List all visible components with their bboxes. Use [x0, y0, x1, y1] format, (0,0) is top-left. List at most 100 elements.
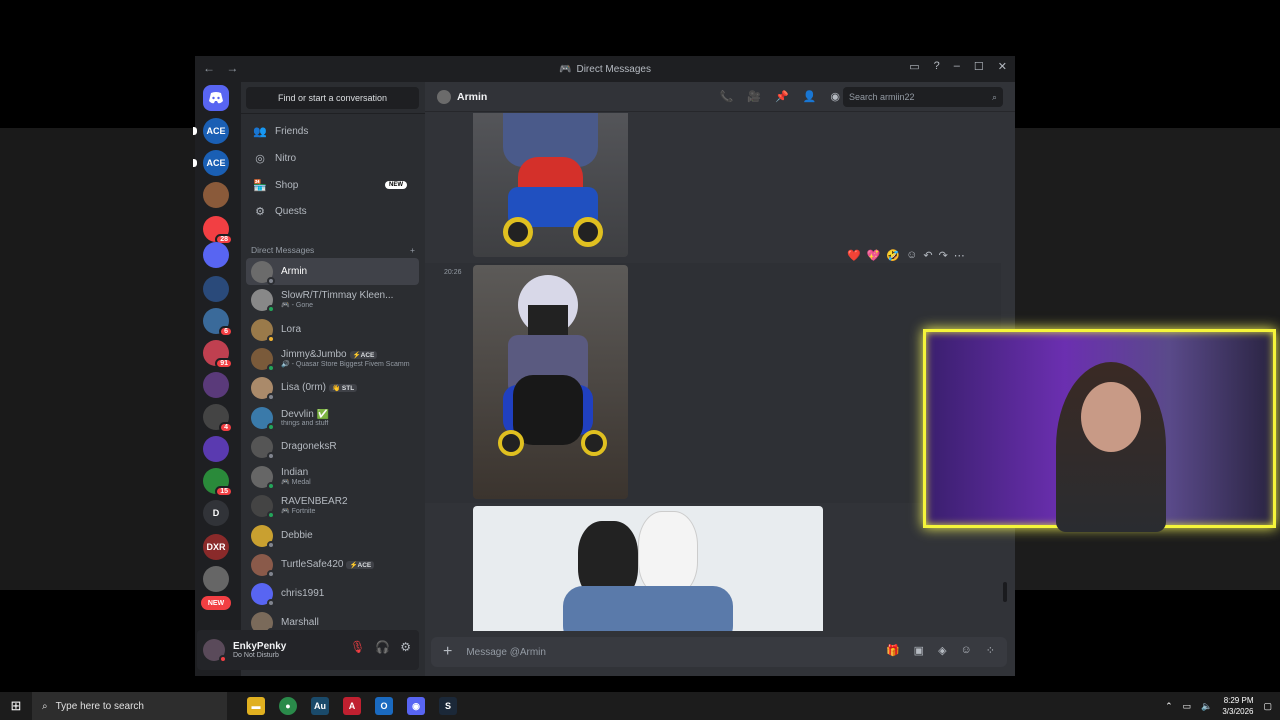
notifications-icon[interactable]: ▢ — [1263, 701, 1272, 712]
dm-item[interactable]: SlowR/T/Timmay Kleen... 🎮 - Gone — [246, 286, 419, 313]
guild-tag: 👋 STL — [329, 383, 358, 392]
sticker-icon[interactable]: ◈ — [938, 644, 946, 657]
server-icon[interactable]: 6 — [203, 308, 233, 337]
dm-item[interactable]: Lisa (0rm) 👋 STL — [246, 374, 419, 401]
server-icon[interactable]: 4 — [203, 404, 233, 433]
gift-icon[interactable]: 🎁 — [886, 644, 900, 657]
server-list: ACE ACE 28 6 91 4 15 D DXR NEW — [193, 82, 239, 676]
dm-activity: 🎮 Medal — [281, 479, 311, 486]
minimize-button[interactable]: – — [954, 60, 960, 73]
dm-name: Armin — [281, 266, 308, 277]
search-icon: ⌕ — [991, 91, 997, 102]
dm-item[interactable]: Devvlin ✅ things and stuff — [246, 404, 419, 431]
acrobat-icon[interactable]: A — [343, 697, 361, 715]
server-icon[interactable] — [203, 566, 229, 592]
reaction-sparkle-heart-icon[interactable]: 💖 — [867, 249, 881, 262]
help-icon[interactable]: ? — [934, 60, 940, 73]
server-icon[interactable]: D — [203, 500, 229, 526]
server-icon[interactable]: 28 — [203, 216, 233, 245]
server-icon[interactable]: NEW — [201, 596, 231, 610]
back-arrow-icon[interactable]: ← — [203, 61, 215, 75]
maximize-button[interactable]: ☐ — [974, 60, 984, 73]
close-button[interactable]: ✕ — [998, 60, 1007, 73]
server-icon[interactable]: 15 — [203, 468, 233, 497]
server-icon[interactable] — [203, 182, 229, 208]
gif-icon[interactable]: ▣ — [914, 644, 924, 657]
nav-label: Quests — [275, 205, 307, 217]
inbox-icon[interactable]: ▭ — [909, 60, 919, 73]
dm-item[interactable]: TurtleSafe420 ⚡ACE — [246, 551, 419, 578]
clock[interactable]: 8:29 PM 3/3/2026 — [1222, 695, 1253, 717]
dm-name: Indian — [281, 467, 309, 478]
attachment-image[interactable] — [473, 265, 628, 499]
volume-icon[interactable]: 🔈 — [1201, 701, 1212, 712]
attachment-image[interactable] — [473, 506, 823, 631]
add-reaction-icon[interactable]: ☺ — [906, 249, 917, 262]
audition-icon[interactable]: Au — [311, 697, 329, 715]
forward-arrow-icon[interactable]: → — [226, 61, 238, 75]
emoji-icon[interactable]: ☺ — [961, 644, 972, 657]
title-bar: ← → 🎮 Direct Messages ▭ ? – ☐ ✕ — [195, 56, 1015, 82]
scrollbar[interactable] — [1003, 582, 1007, 602]
outlook-icon[interactable]: O — [375, 697, 393, 715]
dm-item[interactable]: Lora — [246, 316, 419, 343]
find-conversation-button[interactable]: Find or start a conversation — [246, 87, 419, 109]
add-friends-icon[interactable]: 👤 — [803, 90, 817, 103]
attach-plus-icon[interactable]: + — [443, 643, 452, 661]
dm-item[interactable]: chris1991 — [246, 580, 419, 607]
dm-section-header: Direct Messages + — [251, 245, 415, 255]
taskbar-search-input[interactable]: ⌕ Type here to search — [32, 692, 227, 720]
reaction-heart-icon[interactable]: ❤️ — [847, 249, 861, 262]
home-discord-icon[interactable] — [203, 85, 229, 111]
recipient-name[interactable]: Armin — [457, 91, 487, 103]
reaction-laugh-icon[interactable]: 🤣 — [886, 249, 900, 262]
discord-taskbar-icon[interactable]: ◉ — [407, 697, 425, 715]
dm-name: Marshall — [281, 617, 319, 628]
steam-icon[interactable]: S — [439, 697, 457, 715]
guild-tag: ⚡ACE — [349, 350, 378, 359]
windows-start-icon[interactable]: ⊞ — [0, 698, 32, 714]
user-profile-icon[interactable]: ◉ — [830, 90, 840, 103]
pin-icon[interactable]: 📌 — [775, 90, 789, 103]
dm-item[interactable]: Armin — [246, 258, 419, 285]
file-explorer-icon[interactable]: ▬ — [247, 697, 265, 715]
headset-muted-icon[interactable]: 🎧 — [375, 640, 390, 654]
server-icon[interactable] — [203, 372, 229, 398]
dm-item[interactable]: Debbie — [246, 522, 419, 549]
dm-item[interactable]: DragoneksR — [246, 433, 419, 460]
server-icon[interactable]: ACE — [193, 150, 229, 176]
nav-nitro[interactable]: ◎ Nitro — [247, 146, 419, 170]
message-input[interactable]: + Message @Armin 🎁 ▣ ◈ ☺ ⁘ — [431, 637, 1007, 667]
nav-friends[interactable]: 👥 Friends — [247, 119, 419, 143]
network-icon[interactable]: ▭ — [1183, 701, 1192, 712]
more-options-icon[interactable]: ⋯ — [954, 249, 965, 262]
nav-quests[interactable]: ⚙ Quests — [247, 199, 419, 223]
tray-chevron-icon[interactable]: ⌃ — [1165, 701, 1173, 712]
server-icon[interactable]: ACE — [193, 118, 229, 144]
server-icon[interactable] — [203, 436, 229, 462]
create-dm-plus-icon[interactable]: + — [410, 245, 415, 255]
dm-item[interactable]: Indian 🎮 Medal — [246, 463, 419, 490]
settings-gear-icon[interactable]: ⚙ — [400, 640, 411, 654]
dm-name: Lora — [281, 324, 302, 335]
mic-muted-icon[interactable]: 🎙 — [350, 640, 365, 654]
dm-item[interactable]: RAVENBEAR2 🎮 Fortnite — [246, 492, 419, 519]
apps-icon[interactable]: ⁘ — [986, 644, 995, 657]
mention-badge: 15 — [215, 486, 233, 497]
server-icon[interactable]: 91 — [203, 340, 233, 369]
server-icon[interactable] — [203, 276, 229, 302]
streamer-face — [1081, 382, 1141, 452]
dm-item[interactable]: Jimmy&Jumbo ⚡ACE 🔊 - Quasar Store Biggest … — [246, 345, 419, 372]
nav-shop[interactable]: 🏪 Shop NEW — [247, 173, 419, 197]
attachment-image[interactable] — [473, 113, 628, 257]
chat-search-input[interactable]: Search armiin22 ⌕ — [843, 87, 1003, 107]
forward-icon[interactable]: ↷ — [939, 249, 948, 262]
server-icon[interactable] — [203, 242, 229, 268]
avatar[interactable] — [203, 639, 227, 663]
voice-call-icon[interactable]: 📞 — [720, 90, 734, 103]
background-left — [0, 128, 195, 590]
chrome-icon[interactable]: ● — [279, 697, 297, 715]
server-icon[interactable]: DXR — [203, 534, 229, 560]
reply-icon[interactable]: ↶ — [923, 249, 932, 262]
video-call-icon[interactable]: 🎥 — [747, 90, 761, 103]
